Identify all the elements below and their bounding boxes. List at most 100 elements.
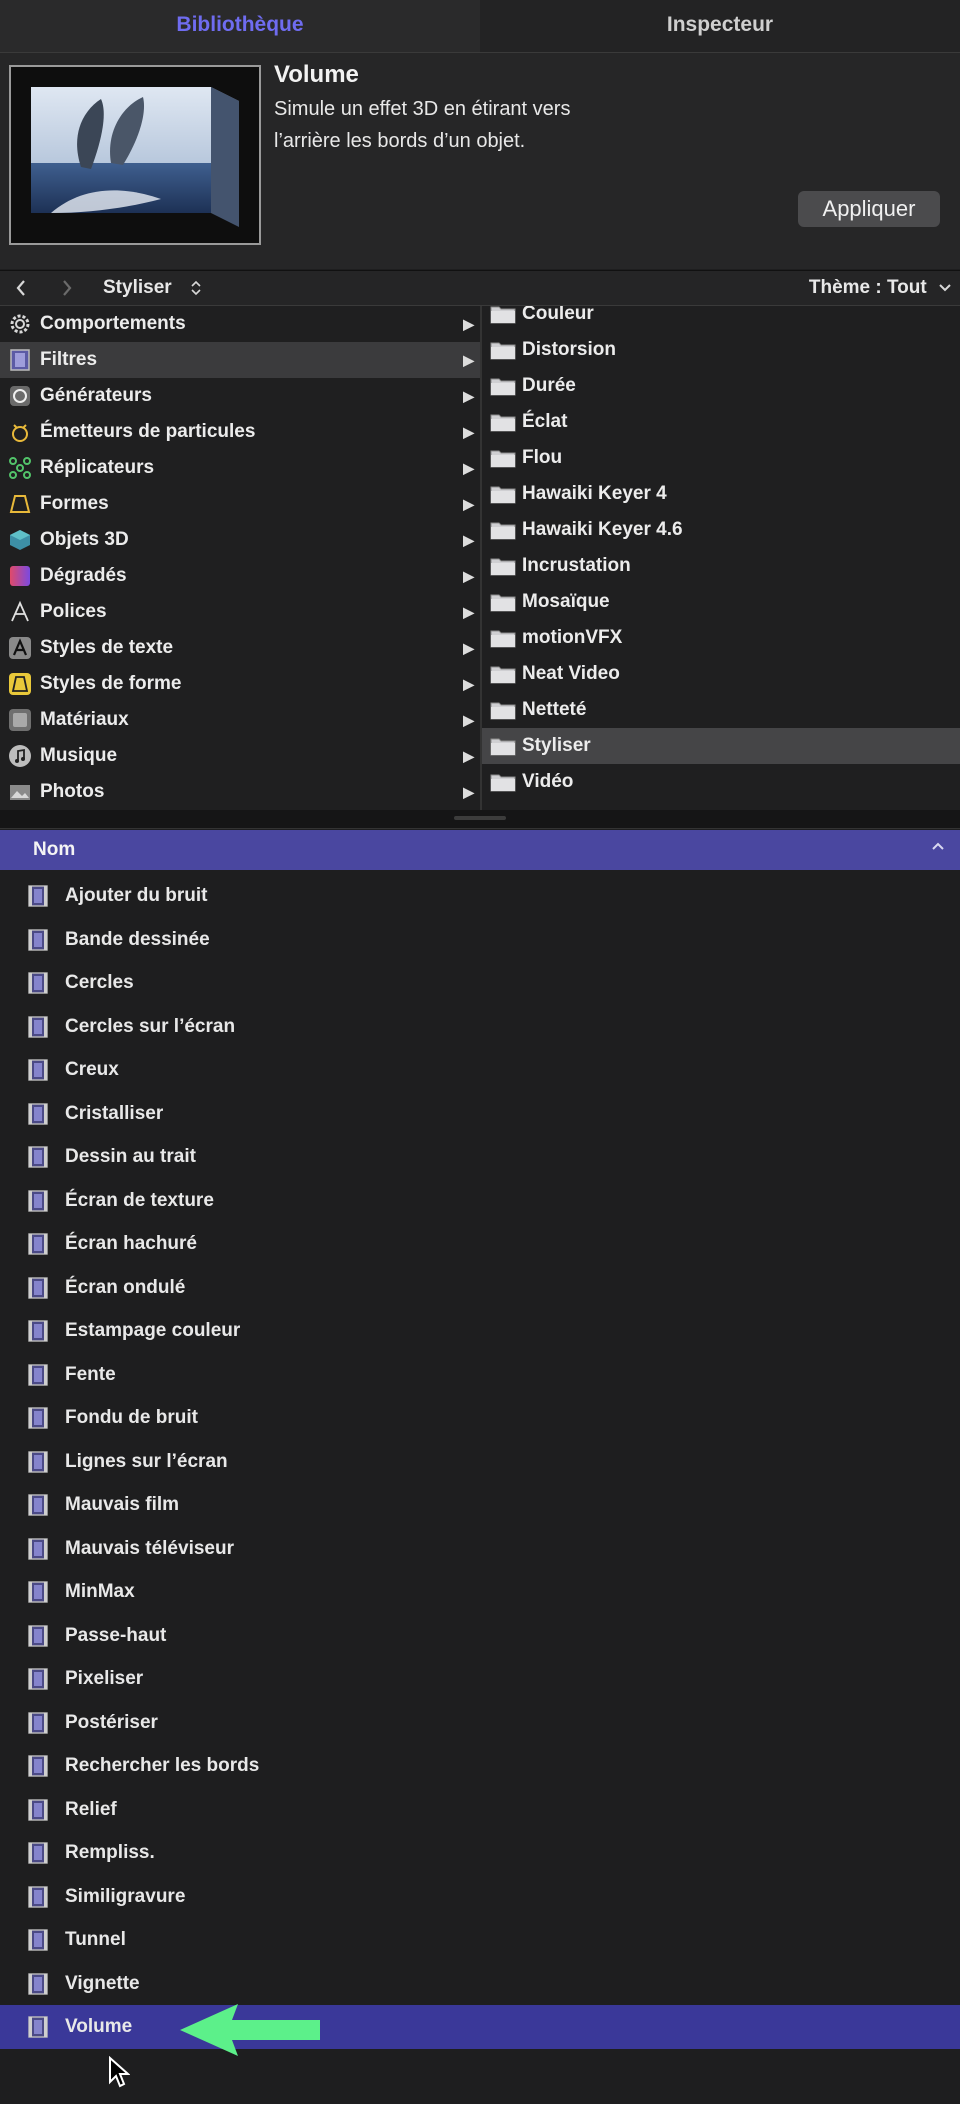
folder-icon: [490, 558, 516, 576]
list-item[interactable]: Écran ondulé: [0, 1266, 960, 1310]
list-item[interactable]: Fente: [0, 1353, 960, 1397]
category-comportements[interactable]: Comportements ▶: [0, 306, 480, 342]
folder-item[interactable]: Netteté: [482, 692, 960, 728]
list-item[interactable]: Mauvais film: [0, 1483, 960, 1527]
category-label: Émetteurs de particules: [40, 421, 256, 442]
category-polices[interactable]: Polices ▶: [0, 594, 480, 630]
list-item-label: Tunnel: [65, 1929, 126, 1950]
list-item[interactable]: Dessin au trait: [0, 1135, 960, 1179]
column-header-name[interactable]: Nom: [33, 830, 75, 870]
list-item[interactable]: Écran hachuré: [0, 1222, 960, 1266]
category-styles-de-texte[interactable]: Styles de texte ▶: [0, 630, 480, 666]
list-item[interactable]: Cristalliser: [0, 1092, 960, 1136]
split-divider[interactable]: [0, 810, 960, 829]
disclosure-arrow-icon: ▶: [463, 568, 474, 584]
folder-item[interactable]: motionVFX: [482, 620, 960, 656]
list-item-label: Relief: [65, 1798, 117, 1820]
list-item-label: Fondu de bruit: [65, 1407, 198, 1428]
category-photos[interactable]: Photos ▶: [0, 774, 480, 810]
folder-path-popup[interactable]: Styliser: [103, 271, 201, 305]
folder-icon: [490, 594, 516, 612]
category-emetteurs[interactable]: Émetteurs de particules ▶: [0, 414, 480, 450]
category-styles-de-forme[interactable]: Styles de forme ▶: [0, 666, 480, 702]
theme-label: Thème : Tout: [808, 277, 927, 298]
list-item[interactable]: Lignes sur l’écran: [0, 1440, 960, 1484]
folder-item[interactable]: Mosaïque: [482, 584, 960, 620]
list-header[interactable]: Nom: [0, 830, 960, 870]
list-item[interactable]: Tunnel: [0, 1918, 960, 1962]
list-item[interactable]: Fondu de bruit: [0, 1396, 960, 1440]
folder-icon: [490, 450, 516, 468]
category-label: Polices: [40, 601, 107, 622]
divider-grip[interactable]: [454, 816, 506, 820]
text-style-icon: [9, 637, 31, 659]
folder-item[interactable]: Hawaiki Keyer 4.6: [482, 512, 960, 548]
list-item[interactable]: Rempliss.: [0, 1831, 960, 1875]
folder-item[interactable]: Distorsion: [482, 332, 960, 368]
chevron-right-icon[interactable]: [60, 271, 74, 305]
preview-description: Simule un effet 3D en étirant vers l’arr…: [274, 98, 571, 152]
list-item[interactable]: Postériser: [0, 1701, 960, 1745]
category-label: Dégradés: [40, 565, 127, 586]
chevron-left-icon[interactable]: [14, 271, 28, 305]
folder-item[interactable]: Hawaiki Keyer 4: [482, 476, 960, 512]
font-icon: [11, 600, 29, 622]
list-item[interactable]: Volume: [0, 2005, 960, 2049]
category-objets-3d[interactable]: Objets 3D ▶: [0, 522, 480, 558]
folder-item[interactable]: Incrustation: [482, 548, 960, 584]
category-formes[interactable]: Formes ▶: [0, 486, 480, 522]
folder-item[interactable]: Styliser: [482, 728, 960, 764]
shape-icon: [9, 495, 31, 513]
list-item-label: Similigravure: [65, 1885, 186, 1907]
list-item[interactable]: Écran de texture: [0, 1179, 960, 1223]
generator-icon: [10, 386, 30, 406]
list-item[interactable]: Similigravure: [0, 1875, 960, 1919]
folder-item[interactable]: Durée: [482, 368, 960, 404]
list-item[interactable]: Rechercher les bords: [0, 1744, 960, 1788]
folder-item[interactable]: Flou: [482, 440, 960, 476]
folder-item[interactable]: Éclat: [482, 404, 960, 440]
mouse-cursor-icon: [109, 2056, 130, 2088]
apply-button[interactable]: Appliquer: [798, 191, 940, 227]
disclosure-arrow-icon: ▶: [463, 316, 474, 332]
category-materiaux[interactable]: Matériaux ▶: [0, 702, 480, 738]
list-item[interactable]: Bande dessinée: [0, 918, 960, 962]
list-item[interactable]: Relief: [0, 1788, 960, 1832]
category-filtres[interactable]: Filtres ▶: [0, 342, 480, 378]
folder-label: motionVFX: [522, 627, 623, 648]
tab-inspecteur[interactable]: Inspecteur: [480, 0, 960, 52]
list-item-label: Vignette: [65, 1972, 140, 1994]
disclosure-arrow-icon: ▶: [463, 424, 474, 440]
folder-icon: [490, 306, 516, 324]
list-item[interactable]: Mauvais téléviseur: [0, 1527, 960, 1571]
list-item[interactable]: MinMax: [0, 1570, 960, 1614]
list-item[interactable]: Cercles: [0, 961, 960, 1005]
list-item[interactable]: Ajouter du bruit: [0, 874, 960, 918]
list-item[interactable]: Estampage couleur: [0, 1309, 960, 1353]
filter-icon: [28, 972, 48, 994]
category-degrades[interactable]: Dégradés ▶: [0, 558, 480, 594]
list-item-label: MinMax: [65, 1581, 135, 1602]
folder-icon: [490, 414, 516, 432]
category-musique[interactable]: Musique ▶: [0, 738, 480, 774]
list-item-label: Cercles: [65, 972, 134, 993]
category-replicateurs[interactable]: Réplicateurs ▶: [0, 450, 480, 486]
list-item[interactable]: Pixeliser: [0, 1657, 960, 1701]
folder-item[interactable]: Vidéo: [482, 764, 960, 800]
category-label: Styles de texte: [40, 637, 174, 658]
filter-icon: [28, 2016, 48, 2038]
browser-navbar: Styliser Thème : Tout: [0, 270, 960, 306]
filter-list: Ajouter du bruit Bande dessinée Cercles Cer…: [0, 874, 960, 2049]
list-item[interactable]: Cercles sur l’écran: [0, 1005, 960, 1049]
gear-icon: [10, 314, 30, 334]
theme-popup[interactable]: Thème : Tout: [809, 271, 952, 305]
list-item[interactable]: Passe-haut: [0, 1614, 960, 1658]
folder-item[interactable]: Neat Video: [482, 656, 960, 692]
list-item-label: Cercles sur l’écran: [65, 1015, 236, 1037]
category-generateurs[interactable]: Générateurs ▶: [0, 378, 480, 414]
tab-bibliotheque[interactable]: Bibliothèque: [0, 0, 480, 52]
folder-item[interactable]: Couleur: [482, 306, 960, 332]
list-item[interactable]: Creux: [0, 1048, 960, 1092]
list-item[interactable]: Vignette: [0, 1962, 960, 2006]
filter-icon: [28, 1102, 48, 1125]
